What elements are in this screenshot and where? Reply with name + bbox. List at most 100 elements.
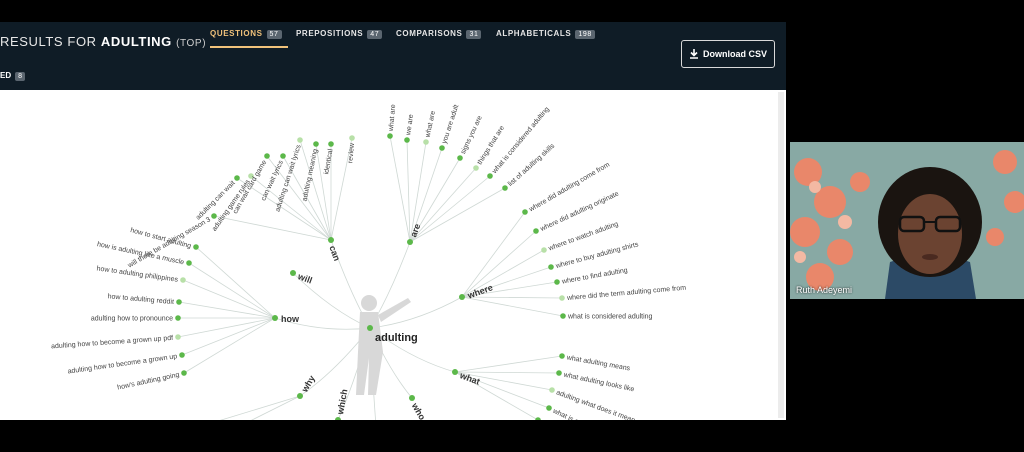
hub-label-how[interactable]: how (281, 314, 300, 324)
leaf-label-can[interactable]: adulting can wait lyrics (274, 144, 302, 213)
leaf-node-what[interactable] (559, 353, 565, 359)
leaf-node-are[interactable] (439, 145, 445, 151)
leaf-node-can[interactable] (328, 141, 334, 147)
leaf-label-are[interactable]: you are adult (441, 104, 460, 145)
leaf-node-where[interactable] (554, 279, 560, 285)
scrollbar[interactable] (778, 92, 784, 418)
hub-node-who[interactable] (409, 395, 415, 401)
edge-how-leaf (181, 317, 276, 356)
hub-label-which[interactable]: which (335, 388, 349, 416)
leaf-node-what[interactable] (549, 387, 555, 393)
leaf-node-are[interactable] (502, 185, 508, 191)
edge-how-leaf (178, 301, 276, 319)
edge-how-leaf (188, 262, 276, 319)
hub-node-how[interactable] (272, 315, 278, 321)
sub-filter[interactable]: ED 8 (0, 71, 26, 81)
title-prefix: RESULTS FOR (0, 34, 97, 49)
hub-node-why[interactable] (297, 393, 303, 399)
leaf-node-what[interactable] (546, 405, 552, 411)
edge-how-leaf (183, 317, 276, 374)
leaf-label-where[interactable]: where to find adulting (561, 267, 629, 286)
participant-name: Ruth Adeyemi (796, 285, 853, 295)
hub-label-will[interactable]: will (296, 271, 314, 286)
page-title: RESULTS FOR ADULTING (TOP) (0, 34, 206, 49)
hub-node-what[interactable] (452, 369, 458, 375)
active-tab-underline (210, 46, 288, 48)
leaf-label-how[interactable]: how's adulting going (117, 372, 180, 392)
leaf-node-where[interactable] (541, 247, 547, 253)
leaf-node-where[interactable] (560, 313, 566, 319)
leaf-node-how[interactable] (193, 244, 199, 250)
leaf-node-where[interactable] (522, 209, 528, 215)
hub-label-where[interactable]: where (465, 282, 494, 301)
leaf-node-what[interactable] (535, 417, 541, 420)
tab-prepositions[interactable]: PREPOSITIONS 47 (296, 29, 383, 39)
leaf-label-how[interactable]: how to adulting reddit (107, 293, 174, 306)
leaf-node-where[interactable] (548, 264, 554, 270)
leaf-label-how[interactable]: how to adulting philippines (96, 265, 179, 283)
tab-questions[interactable]: QUESTIONS 57 (210, 29, 288, 48)
hub-node-are[interactable] (407, 239, 413, 245)
hub-label-who[interactable]: who (409, 400, 427, 420)
hub-label-can[interactable]: can (327, 244, 342, 262)
leaf-label-are[interactable]: we are (405, 114, 415, 137)
tab-alphabeticals[interactable]: ALPHABETICALS 198 (496, 29, 595, 39)
hub-node-can[interactable] (328, 237, 334, 243)
leaf-node-can[interactable] (349, 135, 355, 141)
leaf-label-how[interactable]: adulting how to become a grown up (67, 353, 178, 375)
hub-node-will[interactable] (290, 270, 296, 276)
leaf-label-can[interactable]: identical (323, 148, 334, 175)
thinking-figure-icon (356, 295, 411, 395)
leaf-node-how[interactable] (175, 334, 181, 340)
leaf-node-are[interactable] (387, 133, 393, 139)
download-csv-button[interactable]: Download CSV (681, 40, 775, 68)
hub-node-where[interactable] (459, 294, 465, 300)
edge-why-leaf (251, 395, 301, 420)
leaf-node-are[interactable] (423, 139, 429, 145)
leaf-node-can[interactable] (297, 137, 303, 143)
leaf-label-are[interactable]: what are (424, 110, 437, 139)
leaf-node-can[interactable] (211, 213, 217, 219)
hub-label-why[interactable]: why (299, 374, 317, 395)
leaf-node-how[interactable] (179, 352, 185, 358)
leaf-label-where[interactable]: where did the term adulting come from (566, 285, 687, 302)
leaf-node-how[interactable] (186, 260, 192, 266)
leaf-node-are[interactable] (487, 173, 493, 179)
edge-how-leaf (195, 246, 276, 319)
leaf-node-how[interactable] (180, 277, 186, 283)
hub-node-which[interactable] (335, 417, 341, 420)
leaf-node-how[interactable] (176, 299, 182, 305)
leaf-node-are[interactable] (404, 137, 410, 143)
leaf-label-can[interactable]: can wait card game (232, 159, 268, 215)
leaf-node-can[interactable] (264, 153, 270, 159)
sub-filter-label: ED (0, 71, 12, 80)
leaf-node-where[interactable] (533, 228, 539, 234)
leaf-label-are[interactable]: signs you are (460, 115, 484, 156)
leaf-node-are[interactable] (457, 155, 463, 161)
leaf-node-can[interactable] (313, 141, 319, 147)
leaf-node-are[interactable] (473, 165, 479, 171)
leaf-label-how[interactable]: adulting how to pronounce (91, 316, 173, 323)
tab-comparisons[interactable]: COMPARISONS 31 (396, 29, 482, 39)
leaf-node-can[interactable] (280, 153, 286, 159)
download-icon (689, 49, 698, 59)
edge-what-leaf (454, 355, 563, 373)
leaf-label-what[interactable]: what adulting looks like (562, 371, 635, 393)
leaf-label-can[interactable]: review (347, 142, 356, 164)
edge-how-leaf (177, 317, 276, 338)
edge-where-leaf (461, 296, 564, 317)
leaf-node-how[interactable] (175, 315, 181, 321)
tab-prepositions-label: PREPOSITIONS (296, 29, 364, 38)
center-keyword: adulting (375, 332, 418, 344)
leaf-node-what[interactable] (556, 370, 562, 376)
leaf-label-are[interactable]: what is considered adulting (491, 106, 551, 176)
leaf-node-how[interactable] (181, 370, 187, 376)
leaf-label-how[interactable]: adulting how to become a grown up pdf (51, 335, 173, 351)
leaf-node-can[interactable] (234, 175, 240, 181)
center-node[interactable] (367, 325, 373, 331)
leaf-label-where[interactable]: what is considered adulting (567, 314, 653, 321)
leaf-label-are[interactable]: what are (388, 104, 397, 132)
leaf-label-what[interactable]: what adulting means (565, 354, 631, 372)
leaf-node-where[interactable] (559, 295, 565, 301)
edge-why-leaf (220, 395, 301, 420)
